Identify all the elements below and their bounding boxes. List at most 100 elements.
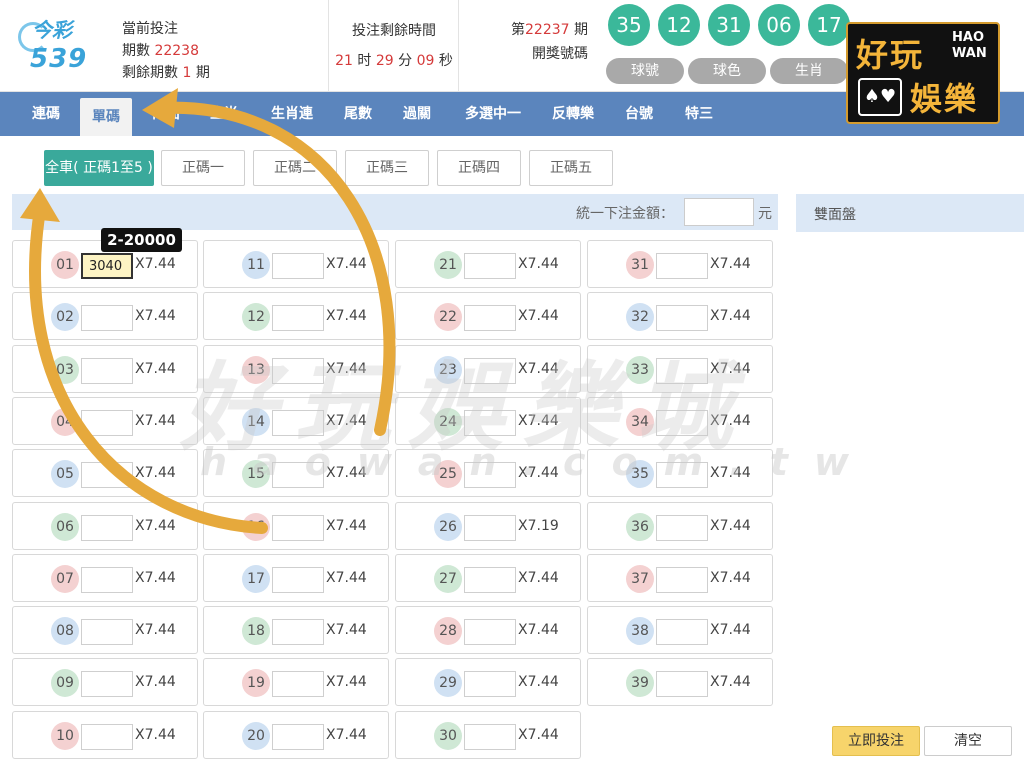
odds-value: X7.44 [135, 256, 176, 272]
tab-ball-number[interactable]: 球號 [606, 58, 684, 84]
bet-amount-input[interactable] [81, 357, 133, 384]
number-cell: 27 X7.44 [395, 553, 581, 602]
bet-amount-input[interactable] [272, 514, 324, 541]
nav-item-active[interactable]: 單碼 [80, 98, 132, 136]
bet-amount-input[interactable] [656, 566, 708, 593]
bet-amount-input[interactable] [272, 305, 324, 332]
divider [458, 0, 459, 92]
bet-amount-input[interactable] [272, 566, 324, 593]
bet-amount-input[interactable] [464, 566, 516, 593]
bet-amount-input[interactable] [656, 409, 708, 436]
bet-amount-input[interactable] [272, 619, 324, 646]
nav-item[interactable]: 兩面 [138, 92, 194, 136]
odds-value: X7.44 [518, 308, 559, 325]
bet-amount-input[interactable] [464, 305, 516, 332]
number-cell: 08 X7.44 [12, 606, 198, 655]
clear-button[interactable]: 清空 [924, 726, 1012, 756]
logo-539[interactable]: 今彩 539 [18, 10, 100, 84]
nav-item[interactable]: 尾數 [334, 92, 382, 136]
number-ball: 35 [626, 460, 654, 489]
side-panel: 雙面盤 [796, 194, 1024, 232]
remaining-unit: 期 [195, 65, 210, 81]
subtab-pos2[interactable]: 正碼二 [253, 150, 337, 186]
number-cell: 05 X7.44 [12, 449, 198, 498]
nav-item[interactable]: 反轉樂 [544, 92, 602, 136]
draw-ball: 06 [758, 4, 800, 46]
number-cell: 19 X7.44 [203, 658, 389, 707]
number-cell: 16 X7.44 [203, 501, 389, 550]
number-cell: 04 X7.44 [12, 396, 198, 445]
brand-name-cn: 好玩 [856, 36, 925, 74]
bet-amount-input[interactable] [464, 357, 516, 384]
nav-item[interactable]: 連碼 [18, 92, 74, 136]
draw-prefix: 第 [511, 22, 525, 38]
bet-amount-input[interactable] [656, 514, 708, 541]
bet-amount-input[interactable] [656, 462, 708, 489]
submit-bet-button[interactable]: 立即投注 [832, 726, 920, 756]
bet-amount-input[interactable] [272, 462, 324, 489]
nav-item[interactable]: 特三 [674, 92, 724, 136]
bet-amount-input[interactable] [464, 514, 516, 541]
odds-value: X7.44 [135, 726, 176, 743]
tab-zodiac[interactable]: 生肖 [770, 58, 848, 84]
bet-amount-input[interactable] [272, 357, 324, 384]
number-ball: 12 [242, 303, 270, 332]
bet-amount-input[interactable] [81, 409, 133, 436]
nav-item[interactable]: 生肖連 [262, 92, 322, 136]
bet-amount-input[interactable] [464, 253, 516, 279]
bet-amount-input[interactable] [81, 305, 133, 332]
bet-amount-input[interactable] [464, 671, 516, 698]
number-cell: 35 X7.44 [587, 449, 773, 498]
playing-cards-icon: ♠♥ [858, 78, 902, 116]
subtab-pos5[interactable]: 正碼五 [529, 150, 613, 186]
bet-amount-input[interactable] [81, 514, 133, 541]
bet-amount-input[interactable] [272, 671, 324, 698]
bet-amount-input[interactable] [464, 723, 516, 750]
bet-amount-input[interactable] [81, 619, 133, 646]
tab-ball-color[interactable]: 球色 [688, 58, 766, 84]
number-ball: 21 [434, 251, 462, 279]
bet-amount-input[interactable] [656, 253, 708, 279]
bet-amount-input[interactable] [464, 409, 516, 436]
bet-amount-input[interactable] [81, 723, 133, 750]
draw-period-row: 第22237 期 [500, 18, 588, 42]
nav-item[interactable]: 台號 [614, 92, 664, 136]
subtab-pos1[interactable]: 正碼一 [161, 150, 245, 186]
subtab-pos3[interactable]: 正碼三 [345, 150, 429, 186]
subtab-pos4[interactable]: 正碼四 [437, 150, 521, 186]
bet-amount-input[interactable] [272, 409, 324, 436]
bet-amount-input[interactable] [272, 253, 324, 279]
bet-amount-input[interactable] [656, 671, 708, 698]
amount-range-tooltip: 2-20000 [101, 228, 182, 252]
odds-value: X7.44 [135, 622, 176, 639]
bet-amount-input[interactable] [81, 462, 133, 489]
bet-amount-input[interactable] [81, 566, 133, 593]
number-cell: 17 X7.44 [203, 553, 389, 602]
nav-item[interactable]: 過關 [392, 92, 442, 136]
bet-amount-input[interactable] [656, 357, 708, 384]
draw-ball: 35 [608, 4, 650, 46]
draw-suffix: 期 [574, 22, 588, 38]
number-ball: 18 [242, 617, 270, 646]
number-cell: 39 X7.44 [587, 658, 773, 707]
bet-amount-input[interactable]: 3040 [81, 253, 133, 279]
bet-amount-input[interactable] [656, 305, 708, 332]
countdown-label: 投注剩餘時間 [352, 23, 436, 39]
number-cell: 21 X7.44 [395, 240, 581, 288]
bet-amount-input[interactable] [464, 619, 516, 646]
bet-amount-input[interactable] [81, 671, 133, 698]
nav-item[interactable]: 多選中一 [456, 92, 530, 136]
number-cell: 13 X7.44 [203, 344, 389, 393]
unified-amount-input[interactable] [684, 198, 754, 226]
number-ball: 17 [242, 564, 270, 593]
number-cell: 15 X7.44 [203, 449, 389, 498]
bet-amount-input[interactable] [464, 462, 516, 489]
subtab-all[interactable]: 全車( 正碼1至5 ) [44, 150, 154, 186]
bet-amount-input[interactable] [272, 723, 324, 750]
odds-value: X7.44 [135, 308, 176, 325]
period-value: 22238 [154, 43, 199, 59]
number-cell: 03 X7.44 [12, 344, 198, 393]
odds-value: X7.44 [518, 569, 559, 586]
bet-amount-input[interactable] [656, 619, 708, 646]
nav-item[interactable]: 生肖 [196, 92, 252, 136]
